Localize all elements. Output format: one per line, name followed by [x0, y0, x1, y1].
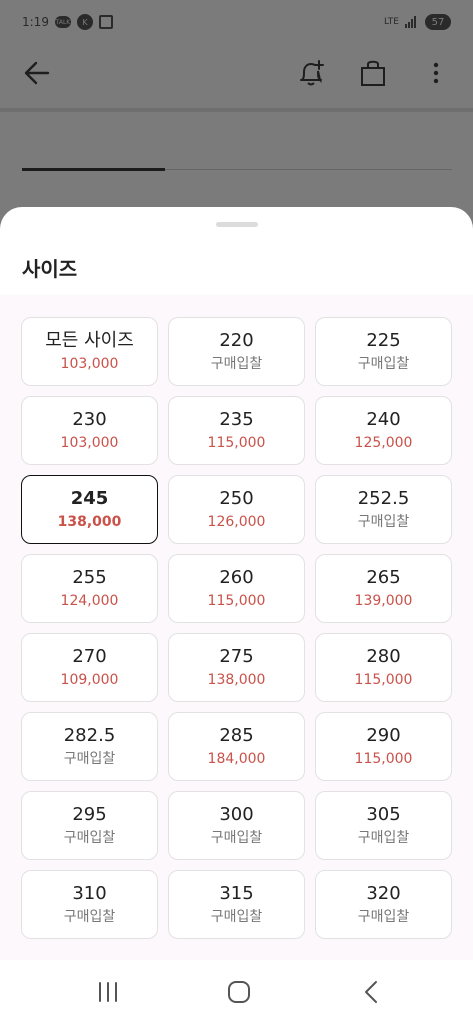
size-label: 290 [366, 724, 401, 746]
size-label: 265 [366, 566, 401, 588]
size-option[interactable]: 265 139,000 [315, 554, 452, 623]
size-label: 310 [72, 882, 107, 904]
sheet-title: 사이즈 [22, 257, 78, 281]
size-option[interactable]: 275 138,000 [168, 633, 305, 702]
sheet-drag-handle[interactable] [216, 222, 258, 227]
size-label: 235 [219, 408, 254, 430]
size-option[interactable]: 320 구매입찰 [315, 870, 452, 939]
app-bar [0, 44, 473, 104]
k-icon: K [76, 14, 93, 30]
back-icon[interactable] [360, 979, 384, 1005]
more-vertical-icon[interactable] [424, 58, 448, 88]
bid-label: 구매입찰 [63, 750, 116, 767]
size-label: 295 [72, 803, 107, 825]
size-option[interactable]: 295 구매입찰 [21, 791, 158, 860]
status-bar: 1:19 TALK K LTE 57 [0, 0, 473, 44]
bid-label: 구매입찰 [357, 355, 410, 372]
size-option[interactable]: 250 126,000 [168, 475, 305, 544]
bid-label: 구매입찰 [357, 829, 410, 846]
size-label: 225 [366, 329, 401, 351]
size-label: 245 [70, 487, 109, 509]
bell-plus-icon[interactable] [296, 58, 326, 88]
size-option-selected[interactable]: 245 138,000 [21, 475, 158, 544]
size-label: 305 [366, 803, 401, 825]
size-option[interactable]: 270 109,000 [21, 633, 158, 702]
bid-label: 구매입찰 [357, 908, 410, 925]
size-option[interactable]: 290 115,000 [315, 712, 452, 781]
size-option[interactable]: 260 115,000 [168, 554, 305, 623]
size-grid-area: 모든 사이즈 103,000 220 구매입찰 225 구매입찰 230 103,000 235… [0, 295, 473, 960]
shopping-bag-icon[interactable] [358, 58, 388, 88]
size-option[interactable]: 285 184,000 [168, 712, 305, 781]
size-price: 109,000 [60, 671, 119, 688]
bid-label: 구매입찰 [210, 908, 263, 925]
size-price: 138,000 [57, 513, 122, 530]
size-option[interactable]: 255 124,000 [21, 554, 158, 623]
size-price: 115,000 [207, 592, 266, 609]
network-type: LTE [384, 16, 399, 27]
size-label: 252.5 [357, 487, 410, 509]
screenshot-icon [98, 15, 113, 29]
size-option[interactable]: 280 115,000 [315, 633, 452, 702]
size-price: 125,000 [354, 434, 413, 451]
bid-label: 구매입찰 [357, 513, 410, 530]
size-option[interactable]: 225 구매입찰 [315, 317, 452, 386]
size-label: 260 [219, 566, 254, 588]
bid-label: 구매입찰 [63, 908, 116, 925]
size-label: 240 [366, 408, 401, 430]
size-grid: 모든 사이즈 103,000 220 구매입찰 225 구매입찰 230 103,000 235… [21, 317, 452, 939]
size-label: 220 [219, 329, 254, 351]
size-label: 275 [219, 645, 254, 667]
back-arrow-icon[interactable] [22, 58, 52, 88]
size-price: 115,000 [207, 434, 266, 451]
size-label: 280 [366, 645, 401, 667]
bid-label: 구매입찰 [210, 355, 263, 372]
size-option[interactable]: 235 115,000 [168, 396, 305, 465]
size-price: 115,000 [354, 671, 413, 688]
size-price: 139,000 [354, 592, 413, 609]
bid-label: 구매입찰 [63, 829, 116, 846]
size-label: 315 [219, 882, 254, 904]
size-label: 282.5 [63, 724, 116, 746]
size-option[interactable]: 305 구매입찰 [315, 791, 452, 860]
background-app: 1:19 TALK K LTE 57 [0, 0, 473, 240]
size-option[interactable]: 220 구매입찰 [168, 317, 305, 386]
size-label: 270 [72, 645, 107, 667]
size-label: 230 [72, 408, 107, 430]
bid-label: 구매입찰 [210, 829, 263, 846]
size-price: 126,000 [207, 513, 266, 530]
tab-active-indicator [22, 168, 165, 171]
recent-apps-icon[interactable] [96, 981, 120, 1003]
size-bottom-sheet: 사이즈 모든 사이즈 103,000 220 구매입찰 225 구매입찰 230 103,00… [0, 207, 473, 960]
size-label: 300 [219, 803, 254, 825]
size-label: 255 [72, 566, 107, 588]
battery-indicator: 57 [425, 14, 451, 30]
signal-icon [405, 16, 419, 28]
size-price: 103,000 [60, 355, 119, 372]
size-label: 250 [219, 487, 254, 509]
size-option[interactable]: 모든 사이즈 103,000 [21, 317, 158, 386]
size-option[interactable]: 300 구매입찰 [168, 791, 305, 860]
size-price: 184,000 [207, 750, 266, 767]
size-price: 103,000 [60, 434, 119, 451]
size-option[interactable]: 240 125,000 [315, 396, 452, 465]
size-price: 115,000 [354, 750, 413, 767]
size-label: 320 [366, 882, 401, 904]
size-option[interactable]: 252.5 구매입찰 [315, 475, 452, 544]
size-option[interactable]: 315 구매입찰 [168, 870, 305, 939]
size-option[interactable]: 310 구매입찰 [21, 870, 158, 939]
size-label: 285 [219, 724, 254, 746]
size-label: 모든 사이즈 [45, 329, 134, 351]
size-price: 138,000 [207, 671, 266, 688]
size-option[interactable]: 230 103,000 [21, 396, 158, 465]
app-bar-divider [0, 108, 473, 112]
talk-icon: TALK [54, 16, 71, 28]
home-icon[interactable] [226, 979, 252, 1005]
system-navigation-bar [0, 960, 473, 1024]
status-time: 1:19 [22, 15, 49, 29]
size-option[interactable]: 282.5 구매입찰 [21, 712, 158, 781]
size-price: 124,000 [60, 592, 119, 609]
